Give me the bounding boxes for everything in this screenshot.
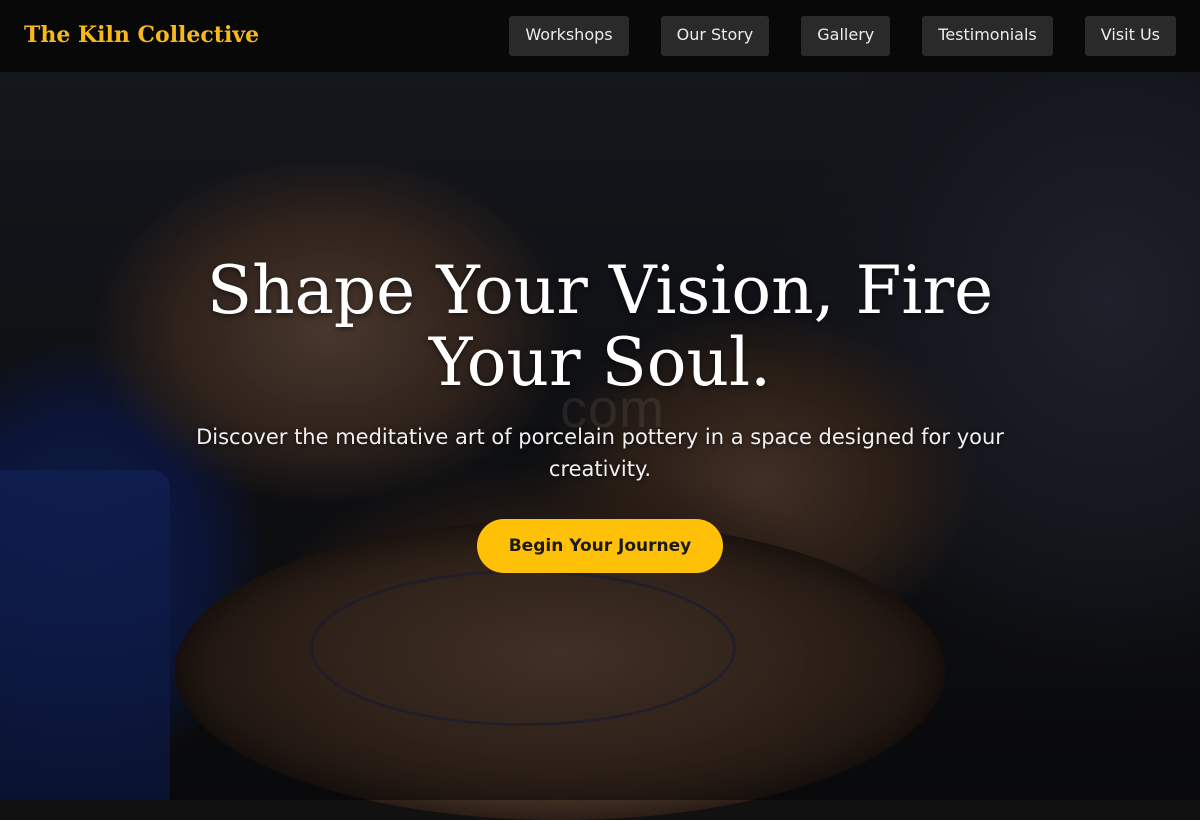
nav-link-our-story[interactable]: Our Story	[660, 16, 770, 56]
hero-section: Shape Your Vision, Fire Your Soul. Disco…	[0, 255, 1200, 573]
main-nav: Workshops Our Story Gallery Testimonials…	[477, 16, 1176, 56]
hero-title: Shape Your Vision, Fire Your Soul.	[206, 252, 994, 401]
brand-logo-link[interactable]: The Kiln Collective	[24, 22, 259, 48]
nav-link-workshops[interactable]: Workshops	[509, 16, 629, 56]
nav-link-testimonials[interactable]: Testimonials	[922, 16, 1053, 56]
begin-journey-button[interactable]: Begin Your Journey	[477, 519, 723, 573]
nav-link-visit-us[interactable]: Visit Us	[1084, 16, 1176, 56]
nav-link-gallery[interactable]: Gallery	[801, 16, 891, 56]
hero-subtitle: Discover the meditative art of porcelain…	[196, 425, 1004, 481]
top-navbar: The Kiln Collective Workshops Our Story …	[0, 0, 1200, 72]
